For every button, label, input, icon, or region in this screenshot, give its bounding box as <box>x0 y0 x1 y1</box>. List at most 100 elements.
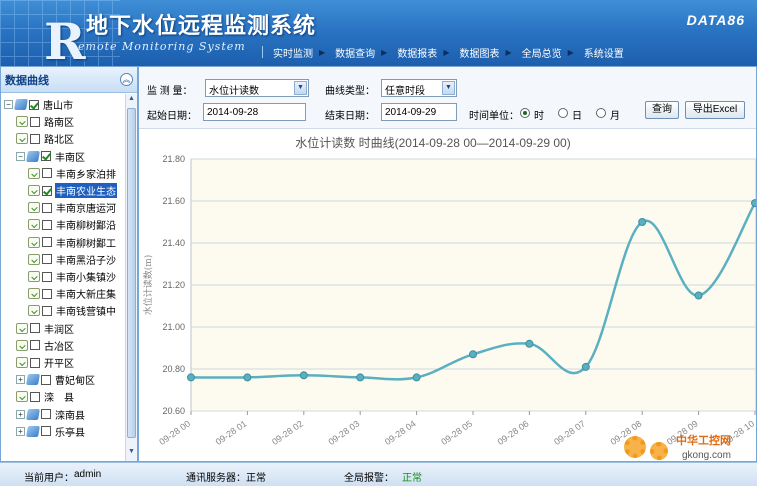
tree-node[interactable]: + 乐亭县 <box>16 423 86 440</box>
tree-node-label[interactable]: 丰南区 <box>54 149 86 164</box>
tree-node-label[interactable]: 滦南县 <box>54 407 86 422</box>
tree-node-label[interactable]: 路南区 <box>43 114 75 129</box>
tree-checkbox[interactable] <box>30 116 40 127</box>
nav-item-report[interactable]: 数据报表 <box>397 45 437 60</box>
data-point <box>299 371 308 380</box>
station-icon <box>16 357 28 368</box>
radio-hour-label: 时 <box>534 111 544 122</box>
nav-item-settings[interactable]: 系统设置 <box>584 45 624 60</box>
tree-node-label[interactable]: 唐山市 <box>42 97 74 112</box>
tree-checkbox[interactable] <box>41 374 51 385</box>
tree-node-label[interactable]: 丰南京唐运河 <box>55 200 117 215</box>
scroll-thumb[interactable] <box>127 108 136 438</box>
chevron-down-icon[interactable]: ▼ <box>442 81 455 95</box>
tree-checkbox[interactable] <box>42 185 52 196</box>
nav-item-chart[interactable]: 数据图表 <box>459 45 499 60</box>
x-tick-label: 09-28 03 <box>327 418 362 447</box>
scroll-down-icon[interactable]: ▼ <box>126 448 137 460</box>
tree-checkbox[interactable] <box>42 254 52 265</box>
expand-icon[interactable]: + <box>16 375 25 385</box>
tree-node-label[interactable]: 古冶区 <box>43 338 75 353</box>
tree-node-label[interactable]: 丰南黑沿子沙 <box>55 252 117 267</box>
scroll-up-icon[interactable]: ▲ <box>126 95 137 107</box>
tree-checkbox[interactable] <box>29 99 39 110</box>
tree-checkbox[interactable] <box>42 237 52 248</box>
expand-icon[interactable]: + <box>16 426 25 436</box>
query-button[interactable]: 查询 <box>645 101 679 119</box>
tree-node[interactable]: 开平区 <box>16 354 75 371</box>
tree-node-label[interactable]: 开平区 <box>43 355 75 370</box>
tree-node-label[interactable]: 丰南大新庄集 <box>55 286 117 301</box>
x-tick-label: 09-28 02 <box>270 418 305 447</box>
tree-node[interactable]: 丰南柳树鄙沿 <box>28 216 117 233</box>
tree-checkbox[interactable] <box>30 391 40 402</box>
tree-checkbox[interactable] <box>42 271 52 282</box>
radio-month[interactable] <box>596 108 606 118</box>
tree-node-label[interactable]: 丰南柳树鄙沿 <box>55 217 117 232</box>
start-date-input[interactable] <box>203 103 306 121</box>
tree-node-label[interactable]: 丰南钱营镇中 <box>55 303 117 318</box>
tree-checkbox[interactable] <box>30 133 40 144</box>
nav-item-query[interactable]: 数据查询 <box>335 45 375 60</box>
collapse-icon[interactable]: − <box>4 100 13 109</box>
tree-node-label[interactable]: 丰南小集镇沙 <box>55 269 117 284</box>
y-tick-label: 21.20 <box>162 280 185 290</box>
tree-checkbox[interactable] <box>42 305 52 316</box>
tree-node-label[interactable]: 路北区 <box>43 131 75 146</box>
tree-node-label[interactable]: 曹妃甸区 <box>54 372 96 387</box>
tree-node-label[interactable]: 丰润区 <box>43 321 75 336</box>
measure-select[interactable]: 水位计读数 ▼ <box>205 79 309 97</box>
tree-node-label[interactable]: 乐亭县 <box>54 424 86 439</box>
tree-node[interactable]: + 曹妃甸区 <box>16 371 96 388</box>
global-alarm-label: 全局报警： <box>344 473 394 484</box>
station-icon <box>28 167 40 179</box>
tree-checkbox[interactable] <box>30 357 40 368</box>
export-excel-button[interactable]: 导出Excel <box>685 101 745 119</box>
tree-checkbox[interactable] <box>30 323 40 334</box>
tree-node[interactable]: 丰南京唐运河 <box>28 199 117 216</box>
nav-item-realtime[interactable]: 实时监测 <box>273 45 313 60</box>
tree-vertical-scrollbar[interactable]: ▲ ▼ <box>125 94 137 461</box>
tree-node[interactable]: + 滦南县 <box>16 406 86 423</box>
tree-checkbox[interactable] <box>41 426 51 437</box>
data-point <box>356 373 365 382</box>
end-date-label: 结束日期： <box>325 111 375 122</box>
tree-node-label[interactable]: 丰南农业生态 <box>55 183 117 198</box>
tree-node[interactable]: 丰润区 <box>16 320 75 337</box>
radio-hour[interactable] <box>520 108 530 118</box>
tree-node[interactable]: 丰南钱营镇中 <box>28 302 117 319</box>
tree-node-label[interactable]: 丰南乡家泊排 <box>55 166 117 181</box>
tree-checkbox[interactable] <box>42 202 52 213</box>
tree-node[interactable]: 丰南小集镇沙 <box>28 268 117 285</box>
tree-node[interactable]: 丰南农业生态 <box>28 182 117 199</box>
collapse-icon[interactable]: − <box>16 151 25 161</box>
double-chevron-up-icon[interactable]: ︽ <box>120 73 133 86</box>
tree-checkbox[interactable] <box>42 219 52 230</box>
radio-day[interactable] <box>558 108 568 118</box>
chevron-down-icon[interactable]: ▼ <box>294 81 307 95</box>
tree-checkbox[interactable] <box>30 340 40 351</box>
tree-node[interactable]: 路南区 <box>16 113 75 130</box>
tree-node[interactable]: 滦 县 <box>16 388 75 405</box>
tree-node[interactable]: − 丰南区 <box>16 148 86 165</box>
tree-node[interactable]: 丰南黑沿子沙 <box>28 251 117 268</box>
tree-checkbox[interactable] <box>41 151 51 162</box>
tree-node[interactable]: 古冶区 <box>16 337 75 354</box>
tree-node[interactable]: 路北区 <box>16 130 75 147</box>
tree-node[interactable]: 丰南大新庄集 <box>28 285 117 302</box>
curve-type-select[interactable]: 任意时段 ▼ <box>381 79 457 97</box>
tree-checkbox[interactable] <box>42 168 52 179</box>
tree-node[interactable]: − 唐山市 <box>4 96 74 113</box>
tree-node-label[interactable]: 丰南柳树鄙工 <box>55 235 117 250</box>
station-icon <box>28 288 40 300</box>
y-tick-label: 20.80 <box>162 364 185 374</box>
tree-node[interactable]: 丰南乡家泊排 <box>28 165 117 182</box>
tree-node[interactable]: 丰南柳树鄙工 <box>28 234 117 251</box>
tree-checkbox[interactable] <box>42 288 52 299</box>
nav-item-overview[interactable]: 全局总览 <box>522 45 562 60</box>
sidebar-header: 数据曲线 ︽ <box>1 67 137 93</box>
tree-node-label[interactable]: 滦 县 <box>43 389 75 404</box>
expand-icon[interactable]: + <box>16 409 25 419</box>
tree-checkbox[interactable] <box>41 409 51 420</box>
end-date-input[interactable] <box>381 103 457 121</box>
